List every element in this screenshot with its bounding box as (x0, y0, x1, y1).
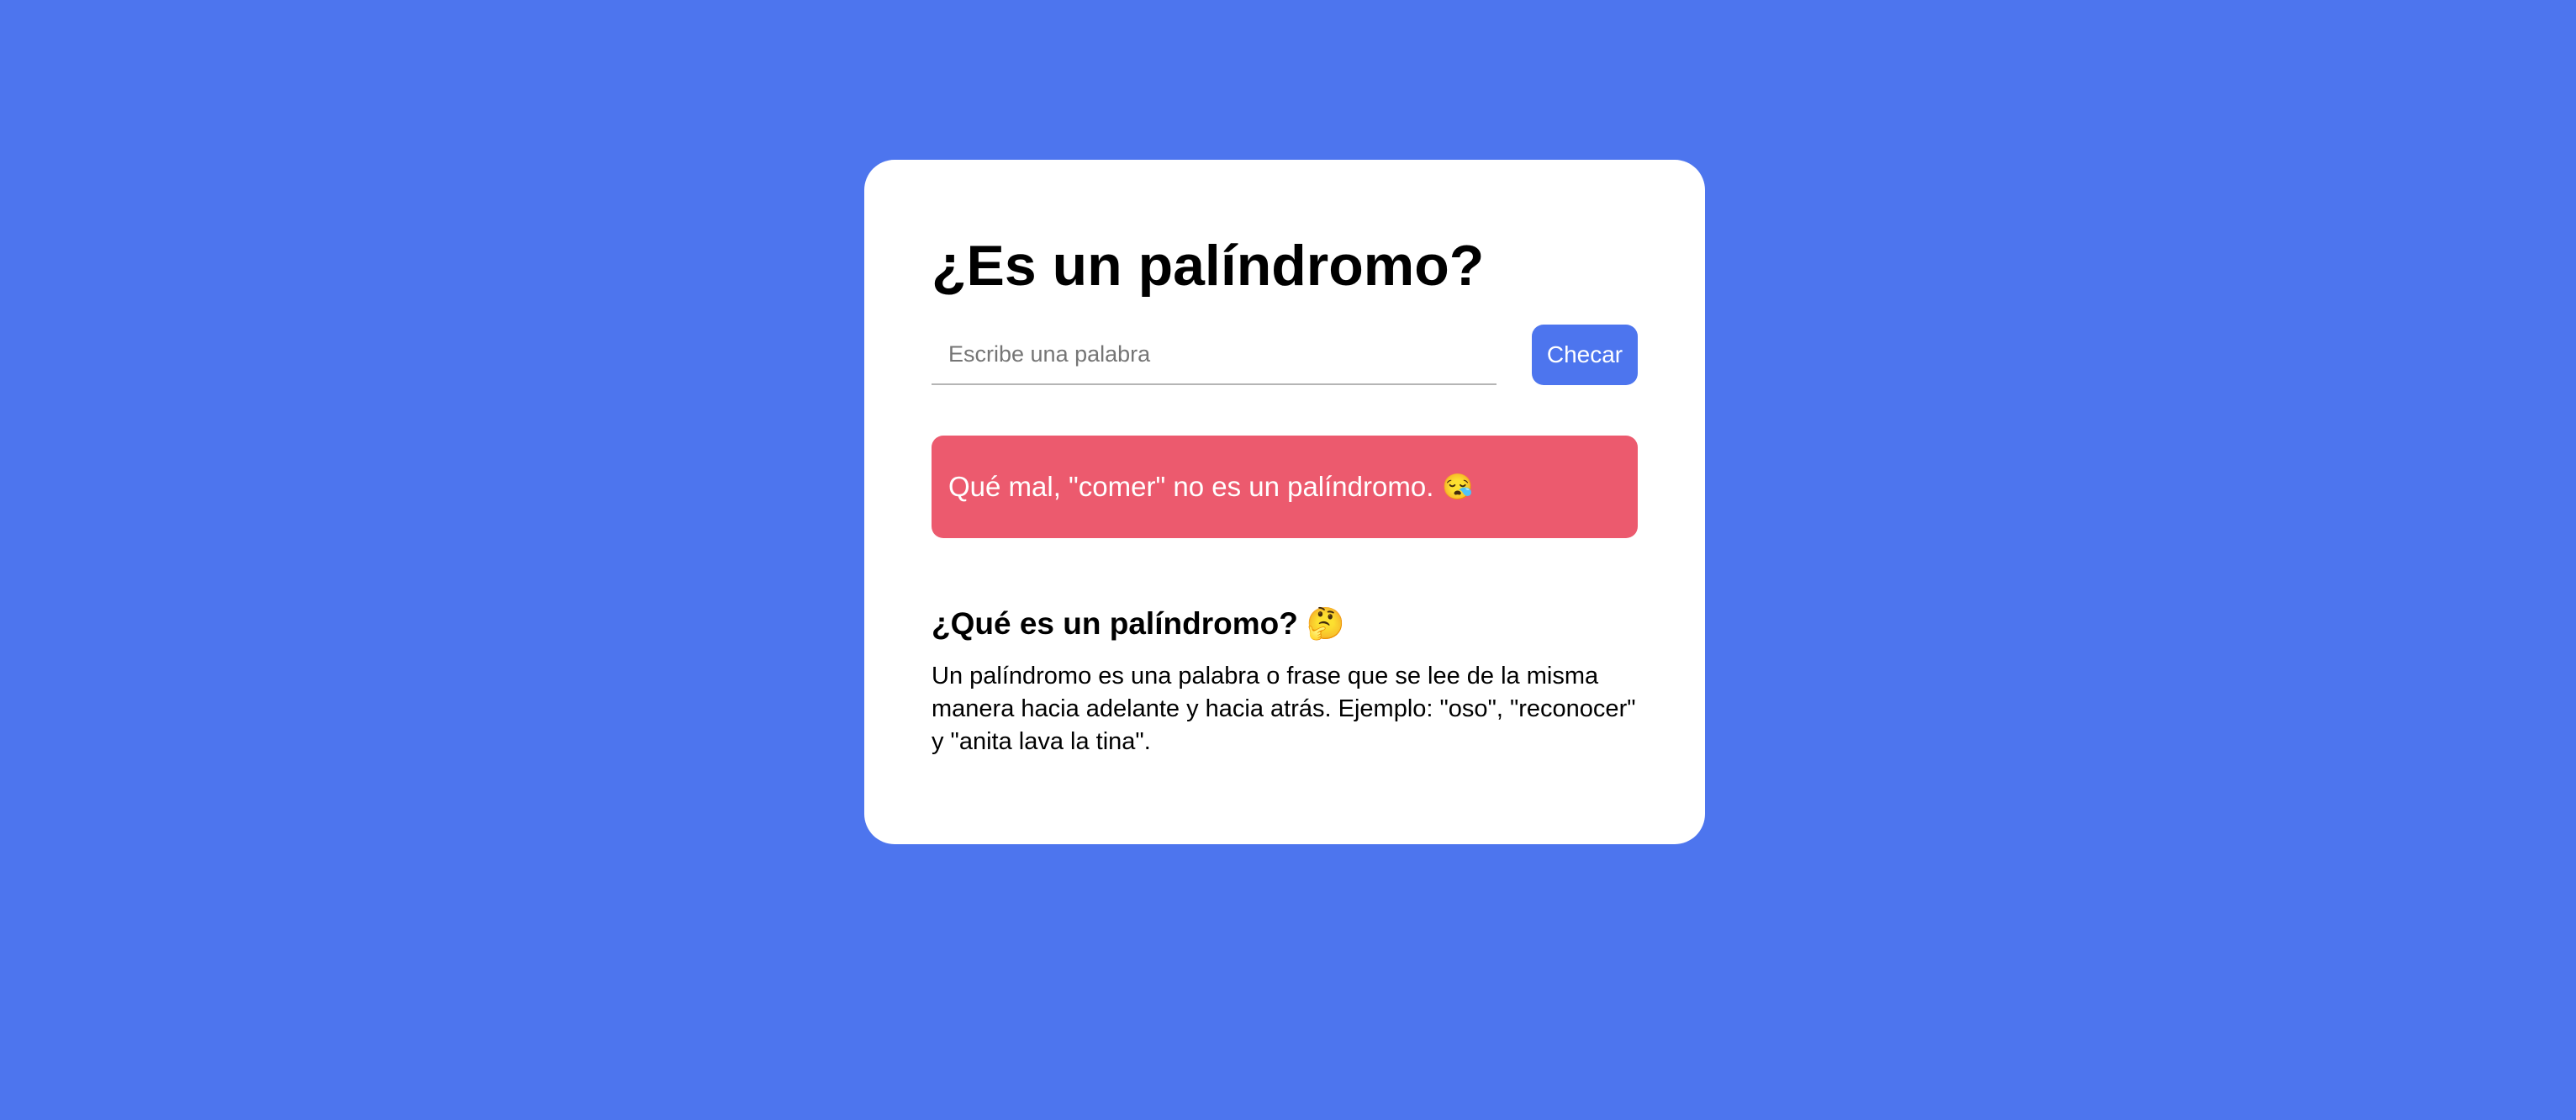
info-heading: ¿Qué es un palíndromo? 🤔 (932, 605, 1345, 642)
thinking-face-icon: 🤔 (1306, 606, 1345, 641)
sleepy-face-icon: 😪 (1442, 473, 1474, 501)
check-form: Checar (932, 325, 1638, 385)
info-heading-text: ¿Qué es un palíndromo? (932, 606, 1298, 641)
check-button[interactable]: Checar (1532, 325, 1638, 385)
result-alert: Qué mal, "comer" no es un palíndromo. 😪 (932, 436, 1638, 538)
info-description: Un palíndromo es una palabra o frase que… (932, 663, 1636, 755)
page-title: ¿Es un palíndromo? (932, 234, 1485, 298)
word-input[interactable] (932, 325, 1497, 385)
palindrome-card: ¿Es un palíndromo? Checar Qué mal, "come… (864, 160, 1705, 844)
result-message: Qué mal, "comer" no es un palíndromo. (948, 471, 1434, 502)
